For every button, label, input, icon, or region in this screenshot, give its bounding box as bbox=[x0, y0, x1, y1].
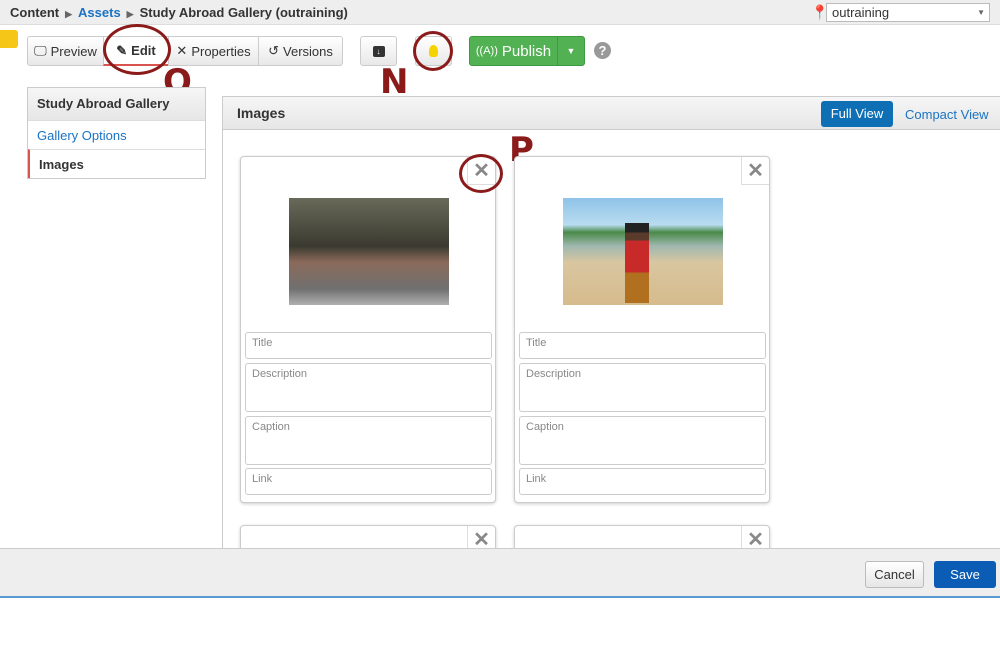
versions-label: Versions bbox=[283, 43, 333, 59]
versions-button[interactable]: ↺ Versions bbox=[258, 36, 343, 66]
link-field[interactable]: Link bbox=[519, 468, 766, 495]
publish-button[interactable]: ((A)) Publish bbox=[469, 36, 558, 66]
footer-bar: Cancel Save bbox=[0, 548, 1000, 598]
sidebar-item-images[interactable]: Images bbox=[28, 149, 205, 178]
site-value: outraining bbox=[832, 5, 890, 20]
title-field[interactable]: Title bbox=[519, 332, 766, 359]
preview-label: Preview bbox=[50, 43, 97, 59]
site-selector[interactable]: outraining ▼ bbox=[826, 3, 990, 22]
image-card: ✕ Title Description Caption Link bbox=[240, 156, 496, 503]
caption-field[interactable]: Caption bbox=[245, 416, 492, 465]
breadcrumb-current: Study Abroad Gallery (outraining) bbox=[139, 5, 348, 20]
folder-icon[interactable] bbox=[0, 30, 18, 48]
description-field[interactable]: Description bbox=[245, 363, 492, 412]
annotation-circle-edit bbox=[103, 24, 171, 75]
remove-icon[interactable]: ✕ bbox=[741, 157, 769, 185]
history-icon: ↺ bbox=[268, 43, 280, 58]
description-field[interactable]: Description bbox=[519, 363, 766, 412]
breadcrumb-assets[interactable]: Assets bbox=[78, 5, 121, 20]
sidebar-title: Study Abroad Gallery bbox=[28, 88, 205, 120]
breadcrumb-content[interactable]: Content bbox=[10, 5, 59, 20]
archive-icon: ↓ bbox=[372, 45, 385, 57]
properties-label: Properties bbox=[191, 43, 251, 59]
link-field[interactable]: Link bbox=[245, 468, 492, 495]
image-card: ✕ Title Description Caption Link bbox=[514, 156, 770, 503]
caret-right-icon: ▶ bbox=[65, 9, 73, 19]
broadcast-icon: ((A)) bbox=[475, 45, 498, 57]
publish-label: Publish bbox=[501, 42, 552, 60]
monitor-icon: 🖵 bbox=[34, 43, 47, 58]
sidebar: Study Abroad Gallery Gallery Options Ima… bbox=[27, 87, 206, 179]
preview-button[interactable]: 🖵 Preview bbox=[27, 36, 104, 66]
gallery-image bbox=[289, 198, 449, 305]
help-icon[interactable]: ? bbox=[594, 42, 611, 59]
title-field[interactable]: Title bbox=[245, 332, 492, 359]
person-figure bbox=[625, 223, 649, 303]
gallery-image bbox=[563, 198, 723, 305]
full-view-button[interactable]: Full View bbox=[821, 101, 893, 127]
cancel-button[interactable]: Cancel bbox=[865, 561, 924, 588]
tools-icon: ✕ bbox=[176, 43, 188, 58]
chevron-down-icon: ▼ bbox=[977, 8, 985, 17]
save-button[interactable]: Save bbox=[934, 561, 996, 588]
annotation-circle-remove bbox=[459, 154, 503, 193]
publish-dropdown-button[interactable]: ▼ bbox=[557, 36, 585, 66]
panel-title: Images bbox=[237, 105, 286, 121]
caret-down-icon: ▼ bbox=[566, 46, 576, 56]
compact-view-link[interactable]: Compact View bbox=[905, 107, 989, 122]
caret-right-icon: ▶ bbox=[126, 9, 134, 19]
annotation-circle-bulb bbox=[413, 31, 453, 71]
caption-field[interactable]: Caption bbox=[519, 416, 766, 465]
sidebar-item-gallery-options[interactable]: Gallery Options bbox=[28, 120, 205, 149]
